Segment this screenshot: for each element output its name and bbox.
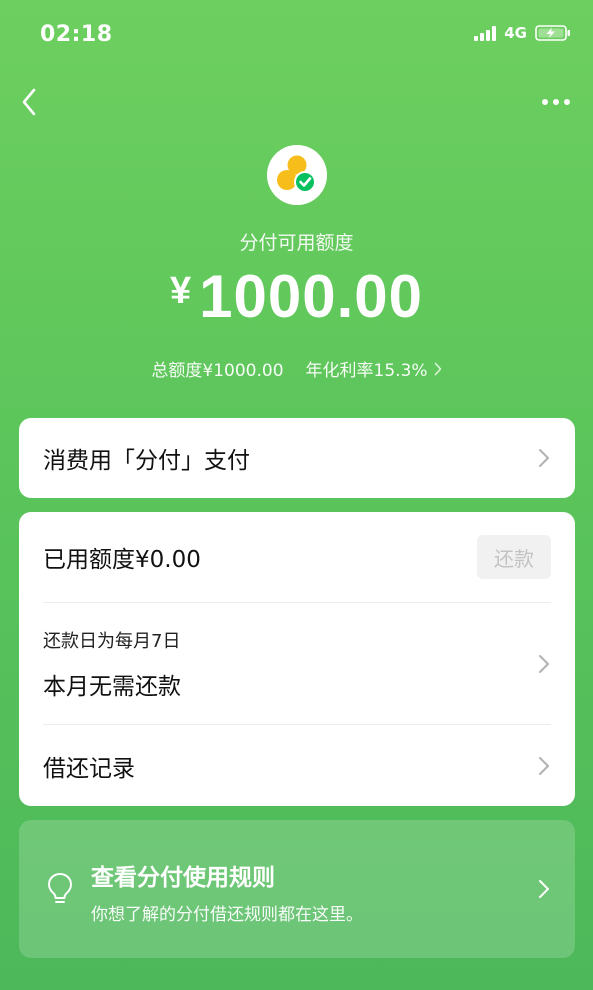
status-bar: 02:18 4G xyxy=(0,0,593,72)
chevron-left-icon xyxy=(22,88,36,116)
used-credit: 已用额度¥0.00 xyxy=(43,547,201,573)
used-credit-row: 已用额度¥0.00 还款 xyxy=(43,512,551,602)
fenfu-logo-icon xyxy=(267,145,327,205)
chevron-right-icon xyxy=(539,880,549,898)
usage-rules-card[interactable]: 查看分付使用规则 你想了解的分付借还规则都在这里。 xyxy=(19,820,575,958)
pay-with-fenfu-title: 消费用「分付」支付 xyxy=(43,448,250,474)
borrow-repay-records-row[interactable]: 借还记录 xyxy=(43,725,551,806)
repay-status: 本月无需还款 xyxy=(43,673,181,700)
borrow-repay-records: 借还记录 xyxy=(43,755,135,782)
repay-day: 还款日为每月7日 xyxy=(43,630,181,652)
credit-label: 分付可用额度 xyxy=(239,232,354,254)
chevron-right-icon xyxy=(539,756,549,775)
credit-detail-card: 已用额度¥0.00 还款 还款日为每月7日 本月无需还款 借还记录 xyxy=(19,512,575,806)
chevron-right-icon xyxy=(539,654,549,673)
status-time: 02:18 xyxy=(40,22,113,47)
repay-day-row[interactable]: 还款日为每月7日 本月无需还款 xyxy=(43,603,551,724)
repay-button[interactable]: 还款 xyxy=(477,535,551,579)
chevron-right-icon xyxy=(434,362,441,375)
chevron-right-icon xyxy=(539,449,549,467)
available-amount-value: 1000.00 xyxy=(199,263,424,330)
annual-rate-link[interactable]: 年化利率15.3% xyxy=(306,356,442,381)
currency-symbol: ¥ xyxy=(169,270,192,312)
network-type: 4G xyxy=(504,24,527,42)
signal-icon xyxy=(474,25,497,41)
pay-with-fenfu-card[interactable]: 消费用「分付」支付 xyxy=(19,418,575,498)
usage-rules-subtitle: 你想了解的分付借还规则都在这里。 xyxy=(91,905,363,925)
repay-day-texts: 还款日为每月7日 本月无需还款 xyxy=(43,627,181,701)
credit-info: 总额度¥1000.00 年化利率15.3% xyxy=(0,356,593,381)
annual-rate: 年化利率15.3% xyxy=(305,361,428,381)
battery-icon xyxy=(535,25,570,41)
available-credit-amount: ¥1000.00 xyxy=(0,262,593,332)
pay-with-fenfu-row[interactable]: 消费用「分付」支付 xyxy=(43,418,551,498)
lightbulb-icon xyxy=(48,873,72,903)
usage-rules-title: 查看分付使用规则 xyxy=(91,865,275,891)
nav-bar xyxy=(0,80,593,124)
total-credit: 总额度¥1000.00 xyxy=(151,361,284,381)
status-indicators: 4G xyxy=(474,24,571,42)
more-dots-icon xyxy=(542,99,570,105)
more-button[interactable] xyxy=(539,88,573,116)
back-button[interactable] xyxy=(14,84,44,120)
